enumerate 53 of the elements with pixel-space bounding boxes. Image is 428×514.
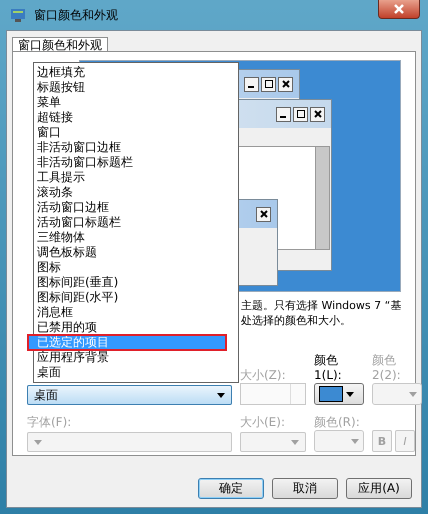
- dropdown-option[interactable]: 桌面: [34, 365, 238, 380]
- dropdown-option[interactable]: 图标间距(垂直): [34, 275, 238, 290]
- dropdown-arrow-icon: [351, 438, 359, 444]
- dropdown-option[interactable]: 超链接: [34, 110, 238, 125]
- maximize-icon: [264, 80, 272, 88]
- dropdown-arrow-icon: [34, 440, 42, 444]
- close-icon: [260, 210, 268, 218]
- dialog-button[interactable]: 应用(A): [346, 478, 412, 499]
- dropdown-arrow-icon: [291, 440, 299, 444]
- dropdown-arrow-icon: [409, 392, 417, 396]
- font-label: 字体(F):: [27, 415, 72, 430]
- dialog-button[interactable]: 确定: [198, 478, 264, 499]
- close-icon: [394, 4, 404, 14]
- tab[interactable]: 窗口颜色和外观: [12, 37, 108, 51]
- app-icon: [10, 8, 26, 22]
- dropdown-option[interactable]: 非活动窗口边框: [34, 140, 238, 155]
- dropdown-option[interactable]: 应用程序背景: [34, 350, 238, 365]
- dropdown-option[interactable]: 边框填充: [34, 65, 238, 80]
- close-button[interactable]: [256, 206, 271, 222]
- dialog-button[interactable]: 取消: [272, 478, 338, 499]
- dropdown-option[interactable]: 标题按钮: [34, 80, 238, 95]
- minimize-button[interactable]: [244, 76, 259, 92]
- close-button[interactable]: [278, 76, 293, 92]
- dropdown-option[interactable]: 图标: [34, 260, 238, 275]
- dropdown-option[interactable]: 活动窗口标题栏: [34, 215, 238, 230]
- dropdown-option[interactable]: 非活动窗口标题栏: [34, 155, 238, 170]
- dropdown-option[interactable]: 窗口: [34, 125, 238, 140]
- dropdown-arrow-icon: [346, 392, 354, 396]
- color-label: 颜色 2(2):: [372, 353, 402, 383]
- close-button[interactable]: [378, 0, 420, 19]
- color-picker-button[interactable]: [314, 383, 364, 405]
- dropdown-option[interactable]: 消息框: [34, 305, 238, 320]
- item-dropdown[interactable]: 桌面: [27, 385, 232, 405]
- dropdown-option[interactable]: 已禁用的项: [34, 320, 238, 335]
- dropdown-option[interactable]: 图标间距(水平): [34, 290, 238, 305]
- close-icon: [282, 80, 290, 88]
- maximize-button[interactable]: [261, 76, 276, 92]
- dropdown-option[interactable]: 调色板标题: [34, 245, 238, 260]
- size-label: 大小(Z):: [240, 368, 287, 383]
- window-title: 窗口颜色和外观: [34, 6, 118, 24]
- color-label: 颜色(R):: [314, 415, 361, 430]
- size-label: 大小(E):: [240, 415, 286, 430]
- maximize-icon: [296, 110, 304, 118]
- dropdown-option[interactable]: 滚动条: [34, 185, 238, 200]
- close-icon: [314, 110, 322, 118]
- description-text: 处选择的颜色和大小。: [241, 313, 352, 328]
- color-label: 颜色 1(L):: [314, 353, 343, 383]
- description-text: 主题。只有选择 Windows 7 “基: [241, 298, 401, 313]
- dropdown-option[interactable]: 活动窗口边框: [34, 200, 238, 215]
- dropdown-option[interactable]: 工具提示: [34, 170, 238, 185]
- dropdown-option[interactable]: 三维物体: [34, 230, 238, 245]
- dropdown-arrow-icon: [217, 392, 225, 398]
- dropdown-option[interactable]: 菜单: [34, 95, 238, 110]
